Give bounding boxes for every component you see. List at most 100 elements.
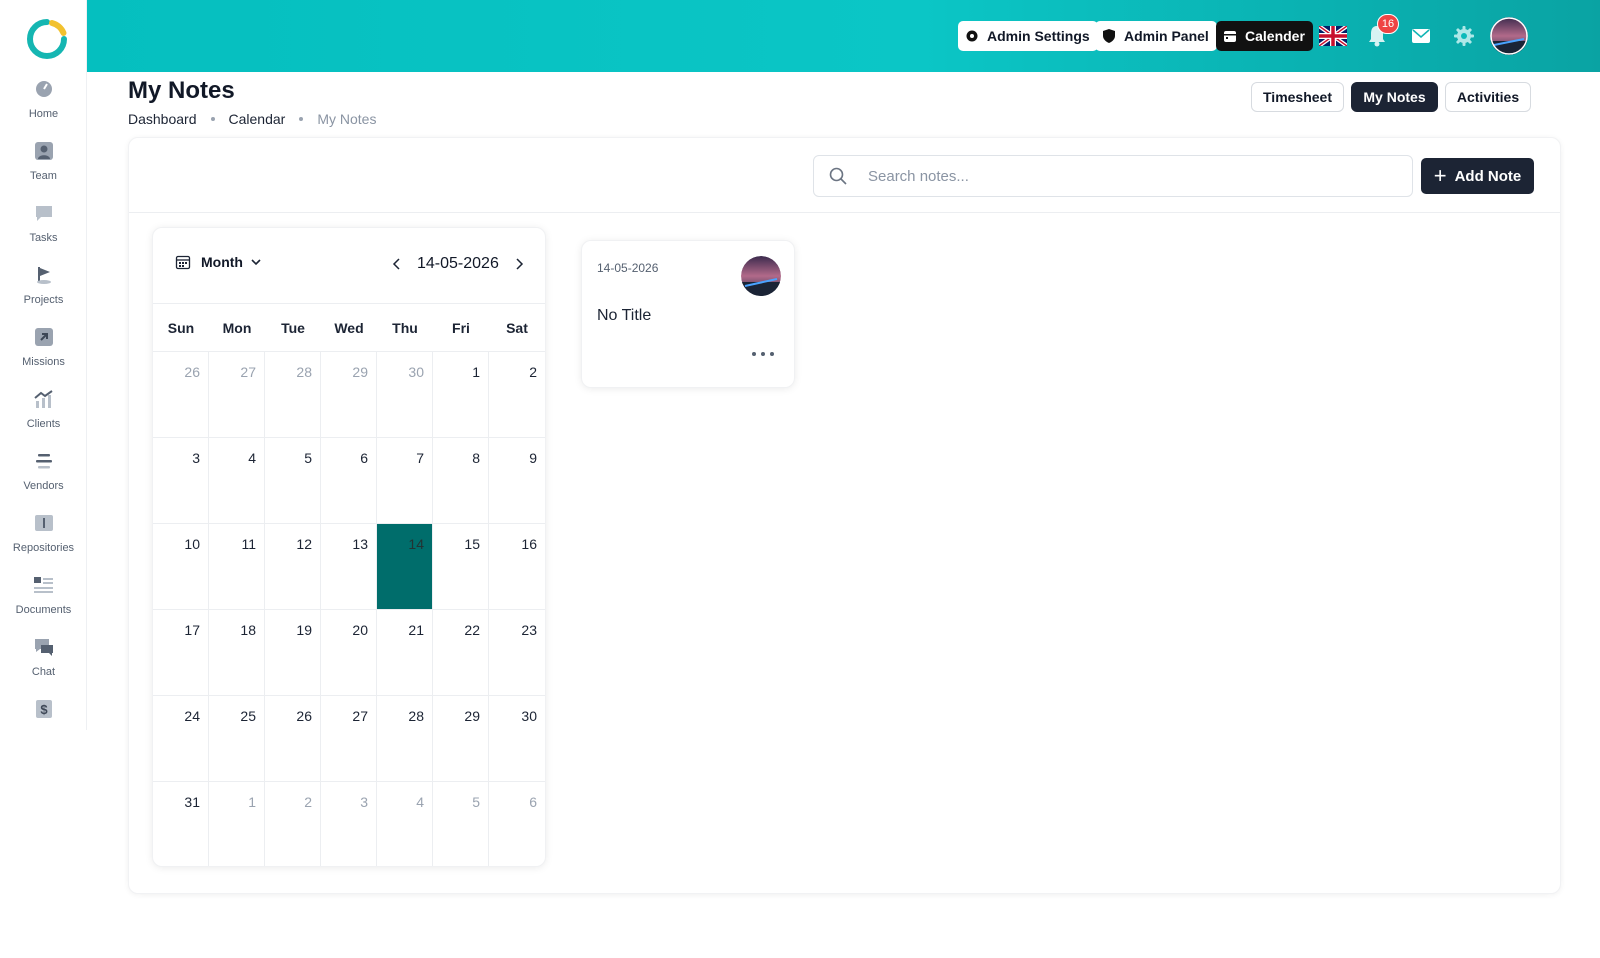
view-selector[interactable]: Month [175,254,263,270]
breadcrumb-calendar[interactable]: Calendar [229,111,286,127]
sidebar-item-vendors[interactable]: Vendors [0,448,87,510]
calendar-day[interactable]: 5 [433,782,489,866]
calendar-day[interactable]: 28 [265,352,321,438]
chevron-left-icon[interactable] [387,254,407,274]
sidebar-item-documents[interactable]: Documents [0,572,87,634]
calendar-day[interactable]: 9 [489,438,545,524]
sidebar-item-clients[interactable]: Clients [0,386,87,448]
calendar-day[interactable]: 10 [153,524,209,610]
calendar-day[interactable]: 27 [321,696,377,782]
sidebar-item-missions[interactable]: Missions [0,324,87,386]
calendar-day[interactable]: 5 [265,438,321,524]
dollar-document-icon: $ [33,698,55,720]
calendar-day[interactable]: 21 [377,610,433,696]
calendar-day[interactable]: 8 [433,438,489,524]
calendar-day[interactable]: 6 [489,782,545,866]
arrow-up-right-icon [33,326,55,348]
day-number: 16 [521,536,537,552]
date-navigator: 14-05-2026 [387,254,529,274]
calendar-day[interactable]: 22 [433,610,489,696]
calendar-day[interactable]: 30 [377,352,433,438]
weekday-label: Tue [281,319,305,336]
calendar-day[interactable]: 12 [265,524,321,610]
user-avatar[interactable] [1490,17,1528,55]
day-number: 25 [240,708,256,724]
note-card[interactable]: 14-05-2026 No Title [581,240,795,388]
calendar-day[interactable]: 19 [265,610,321,696]
note-title: No Title [597,307,652,324]
calendar-day[interactable]: 28 [377,696,433,782]
day-number: 28 [408,708,424,724]
sidebar-item-label: Home [28,108,59,120]
admin-panel-button[interactable]: Admin Panel [1095,21,1217,51]
day-number: 29 [352,364,368,380]
calendar-day[interactable]: 15 [433,524,489,610]
day-number: 6 [360,450,368,466]
calendar-day[interactable]: 4 [377,782,433,866]
calendar-day[interactable]: 23 [489,610,545,696]
calendar-day[interactable]: 18 [209,610,265,696]
breadcrumb-dashboard[interactable]: Dashboard [128,111,197,127]
tab-my-notes[interactable]: My Notes [1351,82,1438,112]
sidebar-item-team[interactable]: Team [0,138,87,200]
day-number: 22 [464,622,480,638]
note-date: 14-05-2026 [597,261,659,275]
calendar-day[interactable]: 2 [265,782,321,866]
sidebar-item-tasks[interactable]: Tasks [0,200,87,262]
sidebar-item-label: Documents [15,604,72,616]
sidebar-item-home[interactable]: Home [0,76,87,138]
sidebar-item-chat[interactable]: Chat [0,634,87,696]
svg-text:$: $ [40,702,48,717]
settings-gear-icon[interactable] [1450,22,1478,50]
calendar-day[interactable]: 1 [209,782,265,866]
calendar-day[interactable]: 1 [433,352,489,438]
day-number: 5 [304,450,312,466]
day-number: 26 [296,708,312,724]
day-number: 3 [360,794,368,810]
sidebar-item-accounts[interactable]: $ [0,696,87,758]
calendar-day[interactable]: 27 [209,352,265,438]
admin-settings-button[interactable]: Admin Settings [958,21,1098,51]
more-options-icon[interactable] [752,347,774,361]
day-number: 11 [241,536,256,552]
calendar-day-today[interactable]: 14 [377,524,433,610]
day-number: 21 [408,622,424,638]
calendar-day[interactable]: 3 [321,782,377,866]
lines-icon [33,450,55,472]
chat-icon [33,636,55,658]
calender-button[interactable]: Calender [1216,21,1313,51]
day-number: 27 [352,708,368,724]
calendar-day[interactable]: 7 [377,438,433,524]
search-box[interactable] [813,155,1413,197]
calendar-day[interactable]: 31 [153,782,209,866]
calendar-day[interactable]: 30 [489,696,545,782]
calendar-day[interactable]: 29 [321,352,377,438]
tab-activities[interactable]: Activities [1445,82,1531,112]
sidebar-item-projects[interactable]: Projects [0,262,87,324]
uk-flag-icon[interactable] [1319,22,1347,50]
mail-icon[interactable] [1407,22,1435,50]
day-number: 3 [192,450,200,466]
calendar-day[interactable]: 24 [153,696,209,782]
calendar-day[interactable]: 6 [321,438,377,524]
tab-timesheet[interactable]: Timesheet [1251,82,1344,112]
sidebar-item-repositories[interactable]: Repositories [0,510,87,572]
calendar-day[interactable]: 26 [265,696,321,782]
chevron-right-icon[interactable] [509,254,529,274]
plus-icon: + [1433,163,1447,188]
calendar-day[interactable]: 26 [153,352,209,438]
calendar-day[interactable]: 4 [209,438,265,524]
calendar-day[interactable]: 2 [489,352,545,438]
calendar-day[interactable]: 25 [209,696,265,782]
app-logo[interactable] [26,18,68,60]
calendar-day[interactable]: 17 [153,610,209,696]
calendar-day[interactable]: 29 [433,696,489,782]
add-note-button[interactable]: + Add Note [1421,158,1534,194]
calendar-day[interactable]: 11 [209,524,265,610]
calendar-day[interactable]: 3 [153,438,209,524]
chat-board-icon [33,202,55,224]
calendar-day[interactable]: 13 [321,524,377,610]
search-input[interactable] [868,167,1388,185]
calendar-day[interactable]: 16 [489,524,545,610]
calendar-day[interactable]: 20 [321,610,377,696]
